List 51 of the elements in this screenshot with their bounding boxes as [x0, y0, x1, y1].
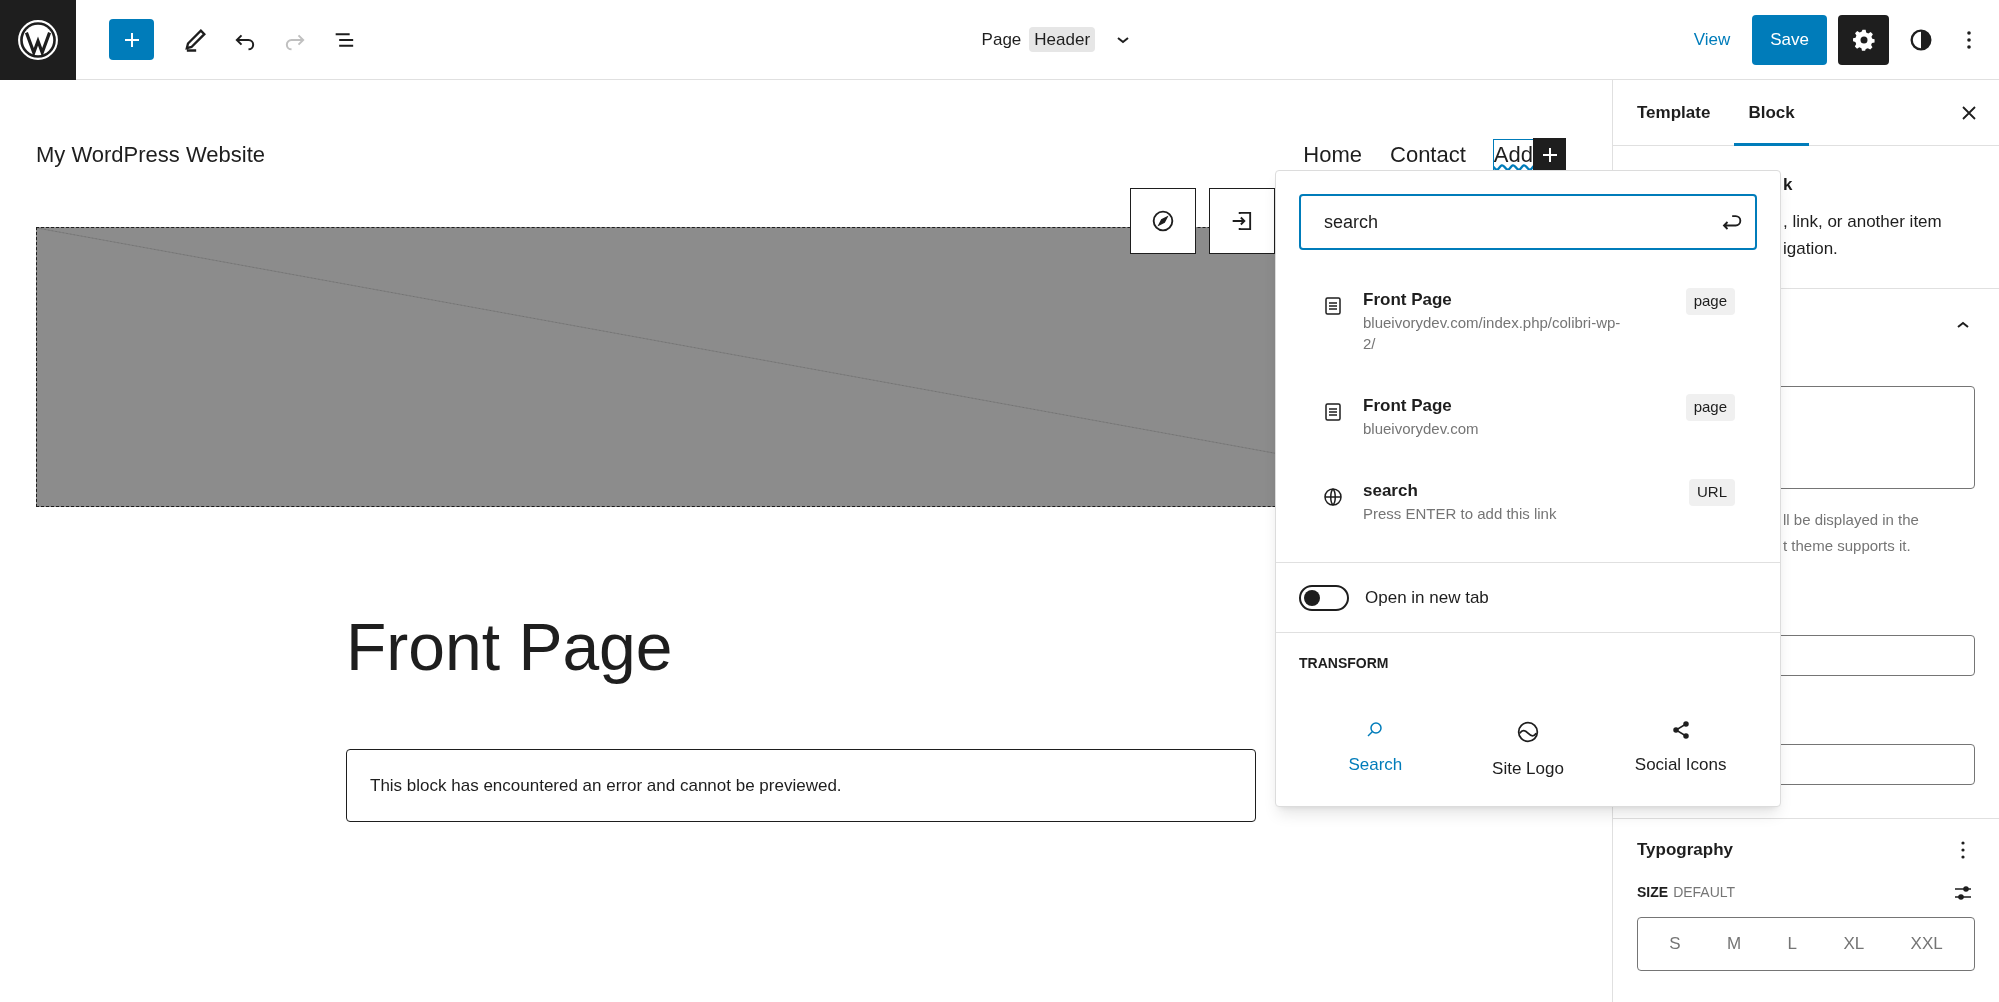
font-size-option[interactable]: L: [1787, 930, 1797, 957]
globe-icon: [1321, 485, 1345, 509]
sidebar-tab[interactable]: Block: [1734, 79, 1809, 146]
block-description-fragment: igation.: [1783, 238, 1839, 260]
suggestion-url: blueivorydev.com: [1363, 419, 1480, 439]
add-block-button[interactable]: [109, 19, 154, 60]
block-title-fragment: k: [1783, 174, 1794, 196]
link-search-field[interactable]: search: [1299, 194, 1757, 250]
nav-link-editing[interactable]: Add: [1493, 139, 1533, 170]
site-title: My WordPress Website: [36, 140, 266, 169]
help-text-fragment: t theme supports it.: [1783, 536, 1912, 556]
template-part-chip: Header: [1029, 26, 1096, 53]
wordpress-logo[interactable]: [0, 0, 76, 80]
block-error-notice: This block has encountered an error and cannot be previewed.: [346, 749, 1256, 822]
font-size-option[interactable]: S: [1669, 930, 1681, 957]
toggle-switch[interactable]: [1299, 584, 1349, 611]
suggestion-type-tag: page: [1685, 394, 1735, 421]
sidebar-tab[interactable]: Template: [1623, 79, 1725, 146]
font-size-option[interactable]: M: [1726, 930, 1742, 957]
size-label: SIZE: [1637, 883, 1669, 902]
suggestion-title: Front Page: [1363, 395, 1453, 417]
font-size-option[interactable]: XXL: [1910, 930, 1943, 957]
suggestion-type-tag: URL: [1689, 479, 1735, 506]
transform-option[interactable]: Social Icons: [1604, 716, 1757, 784]
suggestion-title: search: [1363, 480, 1419, 502]
toggle-label: Open in new tab: [1365, 586, 1489, 609]
nav-link[interactable]: Home: [1303, 139, 1362, 170]
link-suggestion[interactable]: Front Page blueivorydev.com/index.php/colibri-wp-2/ page: [1276, 268, 1780, 374]
page-heading: Front Page: [346, 609, 673, 686]
compass-icon[interactable]: [1130, 188, 1196, 254]
suggestion-title: Front Page: [1363, 289, 1453, 311]
login-icon[interactable]: [1209, 188, 1275, 254]
transform-option[interactable]: Search: [1299, 716, 1452, 784]
suggestion-type-tag: page: [1685, 288, 1735, 315]
suggestion-url: Press ENTER to add this link: [1363, 504, 1558, 524]
document-type-label: Page: [981, 28, 1022, 51]
section-heading: TRANSFORM: [1299, 654, 1390, 673]
settings-icon[interactable]: [1838, 14, 1889, 65]
add-item-button[interactable]: [1533, 138, 1566, 171]
view-link[interactable]: View: [1693, 26, 1731, 53]
link-suggestion[interactable]: search Press ENTER to add this link URL: [1276, 459, 1780, 544]
block-description-fragment: , link, or another item: [1783, 211, 1943, 233]
transform-option[interactable]: Site Logo: [1451, 716, 1605, 784]
help-text-fragment: ll be displayed in the: [1783, 510, 1920, 530]
font-size-option[interactable]: XL: [1843, 930, 1865, 957]
suggestion-url: blueivorydev.com/index.php/colibri-wp-2/: [1363, 313, 1622, 354]
link-suggestion[interactable]: Front Page blueivorydev.com page: [1276, 374, 1780, 459]
panel-title: Typography: [1637, 839, 1734, 861]
nav-link[interactable]: Contact: [1390, 139, 1466, 170]
size-value: DEFAULT: [1673, 883, 1736, 902]
save-button[interactable]: Save: [1752, 14, 1827, 65]
